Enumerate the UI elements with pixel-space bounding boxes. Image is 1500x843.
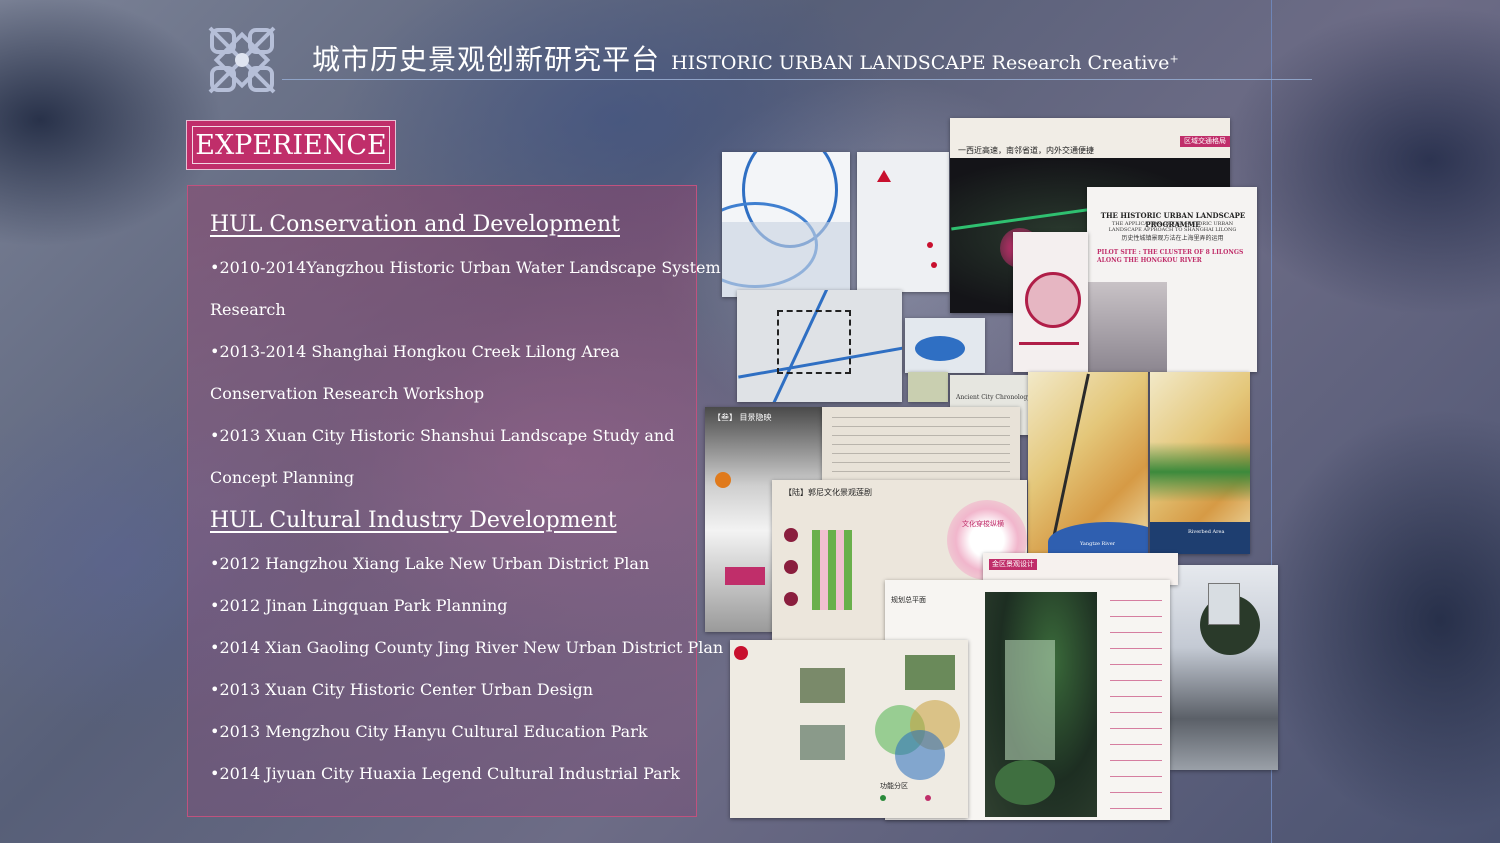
- section-title-cultural-industry: HUL Cultural Industry Development: [210, 508, 617, 533]
- programme-subtitle: THE APPLICATION OF THE HISTORIC URBAN LA…: [1108, 221, 1237, 233]
- list-item: Conservation Research Workshop: [210, 384, 485, 403]
- transport-map-heading: 一西近高速，南邻省道，内外交通便捷: [958, 146, 1094, 155]
- list-item: •2013 Xuan City Historic Center Urban De…: [210, 680, 594, 699]
- cultural-poster-sub: 文化穿梭纵横: [962, 520, 1004, 528]
- ink-poster-heading: 【叁】 目景隐映: [713, 413, 772, 422]
- programme-chinese: 历史性城镇景观方法在上海里弄的运用: [1121, 235, 1224, 242]
- project-collage: 一西近高速，南邻省道，内外交通便捷 区域交通格局 THE HISTORIC UR…: [700, 110, 1280, 830]
- experience-panel: HUL Conservation and Development •2010-2…: [187, 185, 723, 817]
- title-chinese: 城市历史景观创新研究平台: [312, 43, 661, 76]
- knot-logo-icon: [202, 20, 282, 100]
- list-item: Research: [210, 300, 286, 319]
- master-plan-title: 规划总平面: [891, 596, 926, 604]
- plan-tag: 金区景观设计: [989, 559, 1037, 570]
- title-english: HISTORIC URBAN LANDSCAPE Research Creati…: [671, 52, 1170, 74]
- transport-map-tag: 区域交通格局: [1180, 136, 1230, 147]
- experience-badge-label: EXPERIENCE: [192, 126, 390, 164]
- yangtze-river-label: Yangtze River: [1080, 541, 1116, 547]
- list-item: •2014 Xian Gaoling County Jing River New…: [210, 638, 724, 657]
- section-title-conservation: HUL Conservation and Development: [210, 212, 620, 237]
- page-title: 城市历史景观创新研究平台 HISTORIC URBAN LANDSCAPE Re…: [312, 38, 1179, 78]
- list-item: Concept Planning: [210, 468, 355, 487]
- function-zones-poster: 功能分区: [730, 640, 968, 818]
- experience-badge: EXPERIENCE: [186, 120, 396, 170]
- list-item: •2013 Xuan City Historic Shanshui Landsc…: [210, 426, 675, 445]
- riverbed-area-label: Riverbed Area: [1188, 529, 1225, 535]
- list-item: •2012 Hangzhou Xiang Lake New Urban Dist…: [210, 554, 650, 573]
- title-underline: [282, 79, 1312, 80]
- chronology-label: Ancient City Chronology: [956, 394, 1031, 401]
- pilot-site: PILOT SITE : THE CLUSTER OF 8 LILONGS AL…: [1097, 249, 1244, 264]
- heat-map-right: Riverbed Area: [1150, 372, 1250, 554]
- list-item: •2012 Jinan Lingquan Park Planning: [210, 596, 508, 615]
- terrain-thumbnail: [908, 372, 948, 402]
- heat-map-left: Yangtze River: [1028, 372, 1148, 554]
- title-superscript: +: [1169, 52, 1179, 66]
- hul-programme-cover: THE HISTORIC URBAN LANDSCAPE PROGRAMME T…: [1087, 187, 1257, 372]
- list-item: •2014 Jiyuan City Huaxia Legend Cultural…: [210, 764, 680, 783]
- lake-map: [905, 318, 985, 373]
- cultural-poster-heading: 【陆】郭尼文化景观莲剧: [784, 488, 872, 497]
- concept-circles-diagram: [1013, 232, 1088, 372]
- water-system-map: [722, 152, 850, 297]
- list-item: •2013 Mengzhou City Hanyu Cultural Educa…: [210, 722, 648, 741]
- list-item: •2013-2014 Shanghai Hongkou Creek Lilong…: [210, 342, 620, 361]
- legend-heading: 功能分区: [880, 782, 908, 790]
- site-photo: [1170, 565, 1278, 770]
- regional-map: [857, 152, 949, 292]
- city-street-map: [737, 290, 902, 402]
- list-item: •2010-2014Yangzhou Historic Urban Water …: [210, 258, 721, 277]
